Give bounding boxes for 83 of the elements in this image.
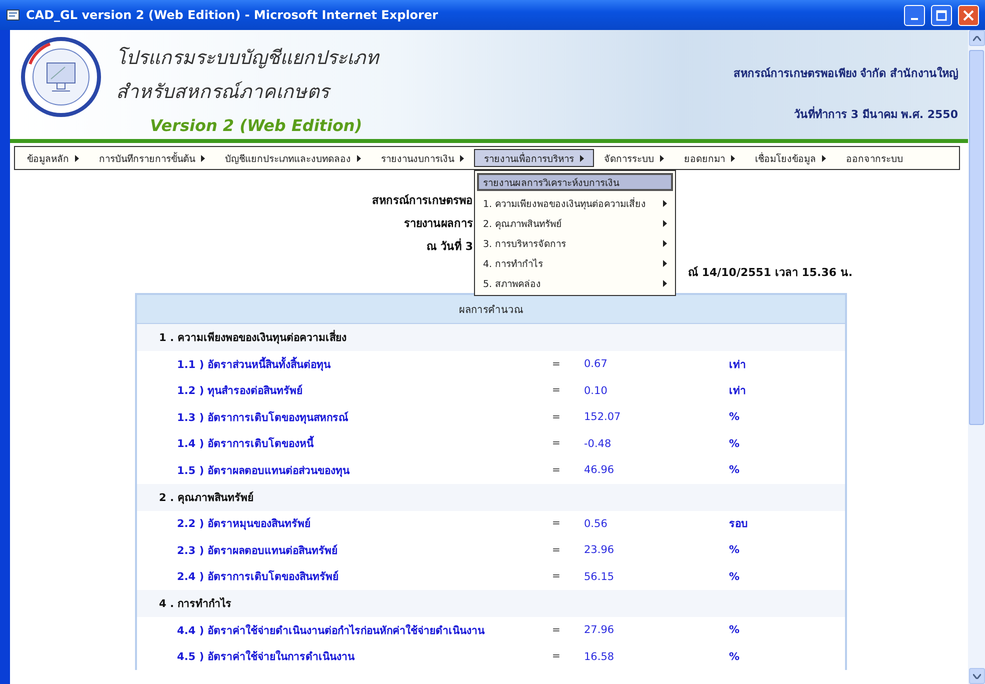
section-title: 2 . คุณภาพสินทรัพย์ bbox=[137, 484, 845, 510]
ratio-value: 27.96 bbox=[584, 624, 616, 636]
program-title: โปรแกรมระบบบัญชีแยกประเภท bbox=[116, 46, 379, 71]
equals-sign: = bbox=[552, 385, 562, 396]
ratio-value: 46.96 bbox=[584, 464, 616, 476]
report-heading: สหกรณ์การเกษตรพอ bbox=[371, 192, 473, 208]
equals-sign: = bbox=[552, 571, 562, 582]
organization-name: สหกรณ์การเกษตรพอเพียง จำกัด สำนักงานใหญ่ bbox=[733, 66, 958, 82]
equals-sign: = bbox=[552, 544, 562, 556]
program-title: สำหรับสหกรณ์ภาคเกษตร bbox=[116, 80, 332, 105]
window-title: CAD_GL version 2 (Web Edition) - Microsoft Internet Explorer bbox=[26, 8, 440, 22]
ratio-label: 2.4 ) อัตราการเติบโตของสินทรัพย์ bbox=[177, 569, 340, 586]
menu-item[interactable]: เชื่อมโยงข้อมูล bbox=[745, 149, 836, 167]
dropdown-item[interactable]: รายงานผลการวิเคราะห์งบการเงิน bbox=[477, 173, 673, 191]
report-timestamp: ณ์ 14/10/2551 เวลา 15.36 น. bbox=[688, 265, 854, 281]
ratio-value: 0.10 bbox=[584, 384, 608, 397]
ratio-label: 2.3 ) อัตราผลตอบแทนต่อสินทรัพย์ bbox=[177, 544, 339, 559]
ratio-unit: % bbox=[729, 438, 741, 450]
ratio-label: 4.5 ) อัตราค่าใช้จ่ายในการดำเนินงาน bbox=[177, 649, 356, 666]
menu-item[interactable]: จัดการระบบ bbox=[594, 149, 674, 167]
browser-icon bbox=[6, 8, 20, 22]
ratio-label: 1.5 ) อัตราผลตอบแทนต่อส่วนของทุน bbox=[177, 464, 351, 479]
ratio-unit: % bbox=[729, 411, 741, 424]
table-heading: ผลการคำนวณ bbox=[137, 295, 845, 324]
caret-down-icon bbox=[972, 674, 980, 678]
ratio-value: 16.58 bbox=[584, 650, 616, 663]
ratio-label: 2.2 ) อัตราหมุนของสินทรัพย์ bbox=[177, 516, 312, 532]
minimize-button[interactable] bbox=[904, 4, 925, 26]
maximize-icon bbox=[936, 10, 947, 20]
working-date: วันที่ทำการ 3 มีนาคม พ.ศ. 2550 bbox=[794, 105, 958, 123]
scroll-thumb[interactable] bbox=[969, 50, 984, 425]
ratio-value: 0.56 bbox=[584, 518, 608, 530]
ratio-unit: เท่า bbox=[729, 358, 747, 373]
menu-item[interactable]: ออกจากระบบ bbox=[836, 149, 913, 167]
maximize-button[interactable] bbox=[931, 4, 952, 26]
menu-item[interactable]: ยอดยกมา bbox=[674, 149, 745, 167]
minimize-icon bbox=[911, 18, 918, 20]
ratio-label: 1.1 ) อัตราส่วนหนี้สินทั้งสิ้นต่อทุน bbox=[177, 356, 332, 373]
ratio-value: 56.15 bbox=[584, 570, 616, 583]
ratio-unit: % bbox=[729, 544, 741, 556]
scroll-down-button[interactable] bbox=[968, 668, 984, 684]
ratio-unit: % bbox=[729, 624, 741, 636]
caret-up-icon bbox=[972, 36, 980, 40]
equals-sign: = bbox=[552, 651, 562, 662]
scrollbar[interactable] bbox=[968, 30, 985, 684]
dropdown-item[interactable]: 3. การบริหารจัดการ bbox=[477, 233, 673, 253]
equals-sign: = bbox=[552, 358, 562, 370]
ratio-label: 1.4 ) อัตราการเติบโตของหนี้ bbox=[177, 435, 552, 452]
menu-item[interactable]: รายงานเพื่อการบริหาร bbox=[474, 149, 594, 167]
report-heading: ณ วันที่ 3 bbox=[426, 237, 473, 254]
ratio-label: 4.4 ) อัตราค่าใช้จ่ายดำเนินงานต่อกำไรก่อนหักค่าใช้จ่ายดำเนินงาน bbox=[177, 623, 486, 639]
logo-icon bbox=[20, 36, 102, 118]
menu-item[interactable]: บัญชีแยกประเภทและงบทดลอง bbox=[215, 149, 371, 167]
ratio-unit: รอบ bbox=[729, 517, 749, 532]
scroll-up-button[interactable] bbox=[968, 30, 984, 46]
ratio-value: -0.48 bbox=[584, 438, 612, 450]
section-title: 4 . การทำกำไร bbox=[137, 590, 845, 617]
ratio-label: 1.3 ) อัตราการเติบโตของทุนสหกรณ์ bbox=[177, 410, 350, 426]
ratio-unit: % bbox=[729, 650, 741, 663]
menu-item[interactable]: ข้อมูลหลัก bbox=[17, 149, 89, 167]
ratio-label: 1.2 ) ทุนสำรองต่อสินทรัพย์ bbox=[177, 384, 304, 400]
ratio-value: 23.96 bbox=[584, 544, 616, 556]
equals-sign: = bbox=[552, 624, 562, 636]
equals-sign: = bbox=[552, 518, 562, 530]
close-icon bbox=[963, 10, 974, 20]
equals-sign: = bbox=[552, 438, 562, 450]
ratio-unit: % bbox=[729, 464, 741, 476]
equals-sign: = bbox=[552, 412, 562, 423]
menu-item[interactable]: การบันทึกรายการขั้นต้น bbox=[89, 149, 215, 167]
dropdown-item[interactable]: 4. การทำกำไร bbox=[477, 253, 673, 273]
ratio-value: 152.07 bbox=[584, 411, 622, 424]
ratio-unit: % bbox=[729, 570, 741, 583]
dropdown-item[interactable]: 1. ความเพียงพอของเงินทุนต่อความเสี่ยง bbox=[477, 193, 673, 213]
menu-item[interactable]: รายงานงบการเงิน bbox=[371, 149, 474, 167]
ratio-value: 0.67 bbox=[584, 358, 608, 370]
section-title: 1 . ความเพียงพอของเงินทุนต่อความเสี่ยง bbox=[137, 324, 845, 351]
report-heading: รายงานผลการ bbox=[403, 216, 473, 232]
ratio-unit: เท่า bbox=[729, 384, 747, 400]
version-label: Version 2 (Web Edition) bbox=[150, 116, 364, 135]
dropdown-item[interactable]: 2. คุณภาพสินทรัพย์ bbox=[477, 213, 673, 233]
close-button[interactable] bbox=[958, 4, 979, 26]
dropdown-item[interactable]: 5. สภาพคล่อง bbox=[477, 273, 673, 293]
equals-sign: = bbox=[552, 464, 562, 476]
